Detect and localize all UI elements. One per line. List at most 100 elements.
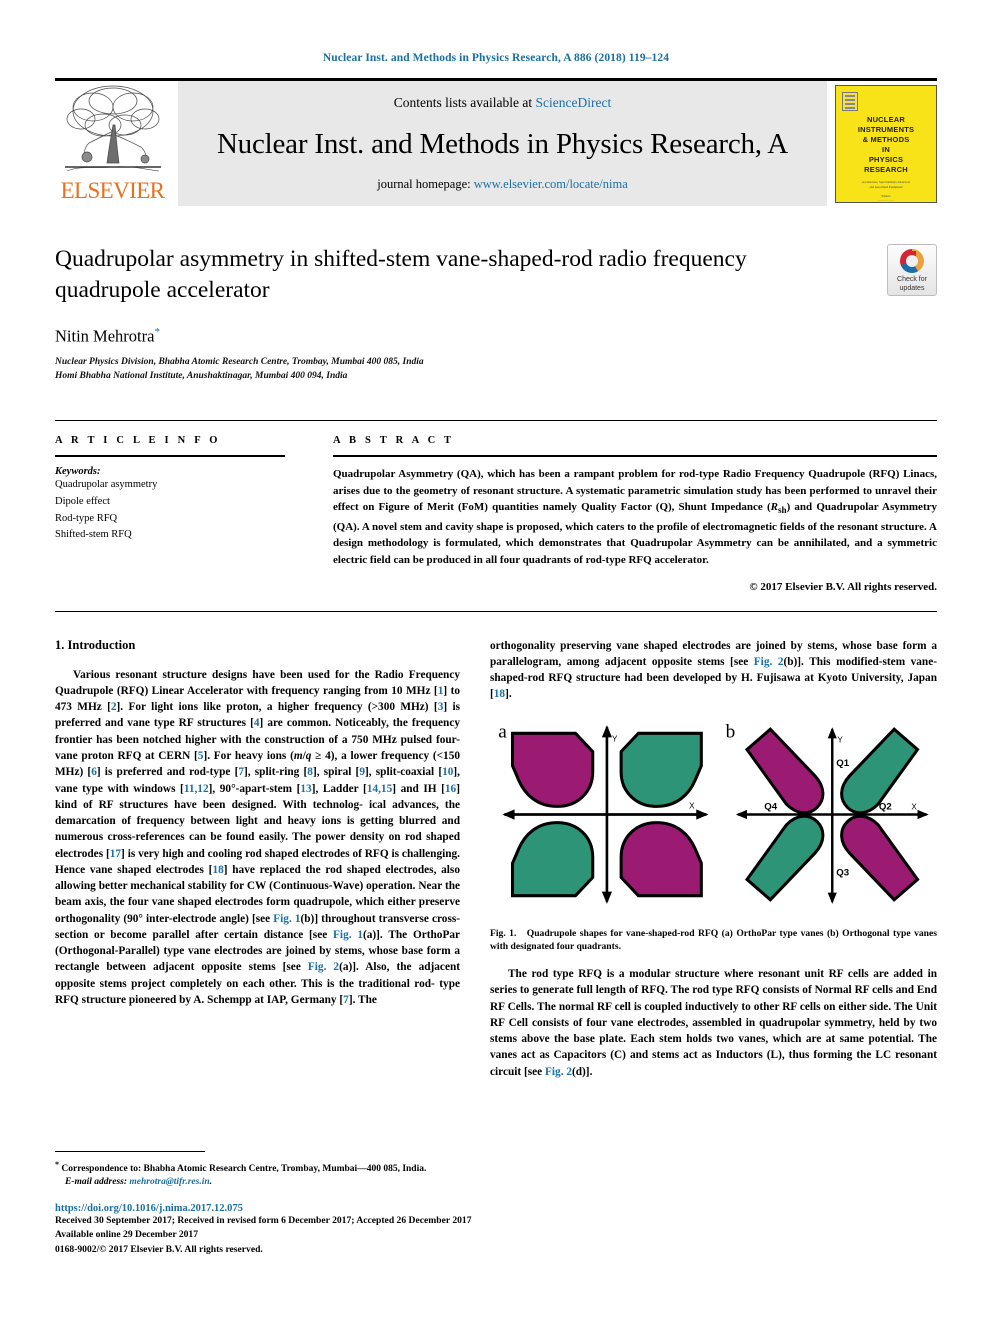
article-info-abstract: A R T I C L E I N F O Keywords: Quadrupo… bbox=[55, 419, 937, 593]
cover-title: NUCLEAR INSTRUMENTS & METHODS IN PHYSICS RESE… bbox=[857, 114, 915, 175]
citation-link[interactable]: 17 bbox=[110, 848, 121, 860]
available-online: Available online 29 December 2017 bbox=[55, 1229, 199, 1241]
keyword-item: Dipole effect bbox=[55, 495, 110, 507]
vane-shape-b-upper-right bbox=[840, 726, 920, 814]
citation-link[interactable]: 3 bbox=[438, 701, 444, 713]
issn-copyright: 0168-9002/© 2017 Elsevier B.V. All right… bbox=[55, 1243, 502, 1257]
axis-label-y-a: Y bbox=[612, 734, 618, 743]
citation-link[interactable]: 6 bbox=[91, 766, 97, 778]
email-line: E-mail address: mehrotra@tifr.res.in. bbox=[65, 1176, 212, 1187]
article-page: Nuclear Inst. and Methods in Physics Res… bbox=[0, 0, 992, 1323]
citation-link[interactable]: 18 bbox=[212, 864, 223, 876]
keywords-list: Quadrupolar asymmetry Dipole effect Rod-… bbox=[55, 477, 285, 544]
panel-b-label: b bbox=[726, 721, 736, 742]
vane-shape-b-lower-left bbox=[744, 814, 825, 902]
vane-shape-a-lower-left bbox=[511, 820, 595, 897]
figure-link[interactable]: Fig. 2 bbox=[308, 961, 339, 973]
sciencedirect-link[interactable]: ScienceDirect bbox=[536, 95, 612, 110]
citation-link[interactable]: 10 bbox=[442, 766, 453, 778]
running-head: Nuclear Inst. and Methods in Physics Res… bbox=[322, 52, 670, 64]
paragraph-right-2: The rod type RFQ is a modular structure … bbox=[490, 967, 937, 1078]
vane-shape-b-lower-right bbox=[840, 814, 920, 902]
citation-link[interactable]: 5 bbox=[198, 750, 204, 762]
crossmark-flag-icon bbox=[908, 251, 916, 263]
panel-a-label: a bbox=[498, 721, 507, 742]
affiliation-1: Nuclear Physics Division, Bhabha Atomic … bbox=[55, 356, 424, 367]
affiliations: Nuclear Physics Division, Bhabha Atomic … bbox=[55, 355, 937, 384]
section-heading-introduction: 1. Introduction bbox=[55, 637, 136, 652]
corresponding-author-marker: * bbox=[154, 326, 160, 339]
citation-link[interactable]: 7 bbox=[238, 766, 244, 778]
citation-link[interactable]: 11,12 bbox=[184, 783, 209, 795]
contents-line: Contents lists available at ScienceDirec… bbox=[394, 95, 611, 111]
cover-subtext: Accelerators, Spectrometers, Detectors an… bbox=[861, 180, 911, 203]
citation-link[interactable]: 4 bbox=[254, 717, 260, 729]
paragraph-intro: Various resonant structure designs have … bbox=[55, 668, 461, 1006]
article-info-column: A R T I C L E I N F O Keywords: Quadrupo… bbox=[55, 435, 285, 593]
right-column: orthogonality preserving vane shaped ele… bbox=[490, 638, 937, 1084]
citation-link[interactable]: 13 bbox=[300, 783, 311, 795]
axis-label-y-b: Y bbox=[837, 735, 843, 744]
correspondence-note: * Correspondence to: Bhabha Atomic Resea… bbox=[55, 1159, 502, 1176]
keyword-item: Shifted-stem RFQ bbox=[55, 529, 132, 541]
paragraph-right-1: orthogonality preserving vane shaped ele… bbox=[490, 639, 937, 701]
axis-label-x-b: X bbox=[911, 802, 917, 811]
figure-1-caption: Fig. 1. Quadrupole shapes for vane-shape… bbox=[490, 927, 937, 954]
journal-cover-thumbnail: NUCLEAR INSTRUMENTS & METHODS IN PHYSICS RESE… bbox=[835, 84, 937, 203]
citation-link[interactable]: 7 bbox=[343, 994, 349, 1006]
footer-rule bbox=[55, 1151, 205, 1153]
crossmark-badge[interactable]: Check for updates bbox=[887, 244, 937, 296]
quadrant-label-q2: Q2 bbox=[879, 801, 892, 812]
journal-title: Nuclear Inst. and Methods in Physics Res… bbox=[216, 127, 789, 160]
abstract-rule bbox=[333, 454, 937, 457]
crossmark-label: Check for updates bbox=[897, 276, 927, 292]
citation-link[interactable]: 8 bbox=[307, 766, 313, 778]
vane-shape-a-upper-right bbox=[619, 731, 703, 808]
body-columns: 1. Introduction Various resonant structu… bbox=[55, 638, 937, 1084]
homepage-line: journal homepage: www.elsevier.com/locat… bbox=[377, 177, 628, 192]
correspondence-text: Correspondence to: Bhabha Atomic Researc… bbox=[61, 1164, 427, 1175]
abstract-column: A B S T R A C T Quadrupolar Asymmetry (Q… bbox=[333, 435, 937, 593]
figure-link[interactable]: Fig. 1 bbox=[333, 929, 363, 941]
figure-link[interactable]: Fig. 1 bbox=[273, 913, 300, 925]
journal-masthead: ELSEVIER Contents lists available at Sci… bbox=[55, 78, 937, 206]
author-name: Nitin Mehrotra* bbox=[55, 326, 937, 347]
citation-link[interactable]: 18 bbox=[494, 688, 505, 700]
citation-link[interactable]: 14,15 bbox=[367, 783, 392, 795]
author-name-text: Nitin Mehrotra bbox=[55, 326, 155, 346]
quadrant-label-q3: Q3 bbox=[836, 867, 849, 878]
journal-homepage-link[interactable]: www.elsevier.com/locate/nima bbox=[474, 177, 628, 191]
article-info-heading: A R T I C L E I N F O bbox=[55, 434, 221, 446]
vane-shape-a-upper-left bbox=[511, 731, 595, 808]
vane-shape-a-lower-right bbox=[619, 820, 703, 897]
crossmark-ring-icon bbox=[900, 249, 924, 273]
citation-link[interactable]: 16 bbox=[445, 783, 456, 795]
left-column: 1. Introduction Various resonant structu… bbox=[55, 638, 460, 1084]
vane-shape-b-upper-left bbox=[744, 726, 825, 814]
info-bottom-rule bbox=[55, 610, 937, 612]
citation-link[interactable]: 1 bbox=[438, 685, 444, 697]
keywords-heading: Keywords: bbox=[55, 465, 101, 477]
abstract-text: Quadrupolar Asymmetry (QA), which has be… bbox=[333, 467, 937, 566]
citation-link[interactable]: 9 bbox=[359, 766, 365, 778]
received-dates: Received 30 September 2017; Received in … bbox=[55, 1214, 472, 1226]
citation-link[interactable]: 2 bbox=[111, 701, 117, 713]
page-title: Quadrupolar asymmetry in shifted-stem va… bbox=[55, 246, 747, 304]
abstract-copyright: © 2017 Elsevier B.V. All rights reserved… bbox=[749, 580, 937, 593]
elsevier-tree-icon bbox=[59, 81, 167, 177]
contents-prefix: Contents lists available at bbox=[393, 95, 536, 110]
homepage-prefix: journal homepage: bbox=[377, 177, 474, 191]
email-link[interactable]: mehrotra@tifr.res.in bbox=[129, 1177, 209, 1187]
affiliation-2: Homi Bhabha National Institute, Anushakt… bbox=[55, 371, 348, 382]
figure-link[interactable]: Fig. 2 bbox=[754, 656, 784, 668]
doi-line: https://doi.org/10.1016/j.nima.2017.12.0… bbox=[55, 1203, 502, 1214]
figure-link[interactable]: Fig. 2 bbox=[545, 1066, 572, 1078]
doi-link[interactable]: https://doi.org/10.1016/j.nima.2017.12.0… bbox=[55, 1203, 243, 1214]
title-block: Quadrupolar asymmetry in shifted-stem va… bbox=[55, 244, 937, 384]
cover-publisher-badge bbox=[842, 91, 858, 111]
figure-1-caption-text: Quadrupole shapes for vane-shaped-rod RF… bbox=[490, 927, 937, 953]
abstract-heading: A B S T R A C T bbox=[333, 434, 455, 446]
page-footer: * Correspondence to: Bhabha Atomic Resea… bbox=[55, 1151, 502, 1257]
correspondence-marker: * bbox=[55, 1160, 59, 1170]
axis-label-x-a: X bbox=[689, 801, 695, 810]
